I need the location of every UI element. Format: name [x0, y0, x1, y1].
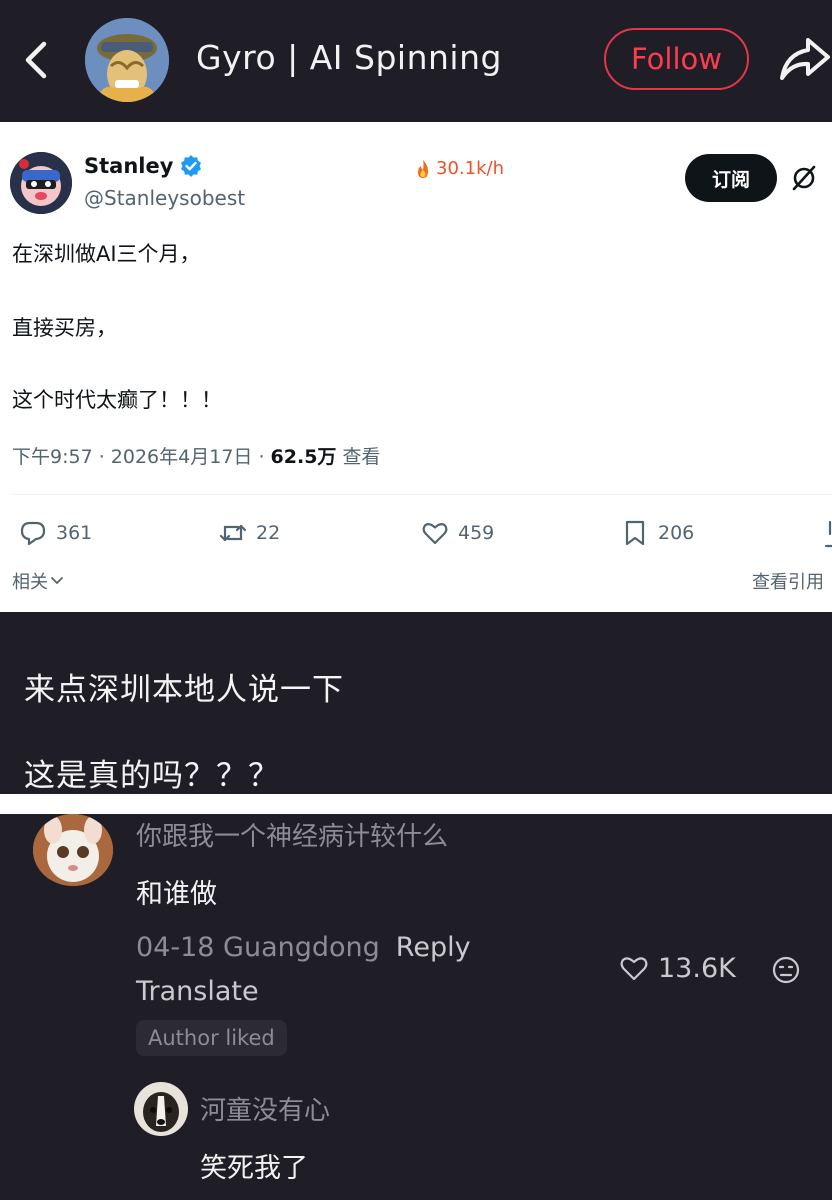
- top-bar: Gyro | AI Spinning Follow: [0, 0, 832, 122]
- hot-indicator: 30.1k/h: [414, 158, 504, 179]
- page-title: Gyro | AI Spinning: [196, 38, 502, 77]
- flame-icon: [418, 159, 428, 178]
- hot-rate: 30.1k/h: [436, 158, 504, 179]
- tweet-text-line-2: 直接买房，: [12, 316, 117, 340]
- tweet-text-line-1: 在深圳做AI三个月，: [12, 242, 201, 266]
- reply-action[interactable]: 361: [18, 518, 92, 548]
- reply-text: 笑死我了: [200, 1153, 308, 1184]
- subscribe-button[interactable]: 订阅: [685, 154, 777, 202]
- replier-avatar[interactable]: [134, 1082, 188, 1136]
- comment-meta: 04-18 Guangdong Reply: [136, 932, 471, 963]
- commenter-name[interactable]: 你跟我一个神经病计较什么: [136, 816, 448, 853]
- retweet-count: 22: [256, 522, 281, 544]
- translate-button[interactable]: Translate: [136, 976, 259, 1007]
- tweet-text-line-3: 这个时代太癫了！！！: [12, 388, 222, 412]
- heart-icon: [422, 523, 448, 545]
- tweet-views: 62.5万: [270, 446, 337, 468]
- author-avatar[interactable]: [85, 18, 169, 102]
- comment-like-button[interactable]: 13.6K: [618, 952, 736, 984]
- post-caption: 来点深圳本地人说一下 这是真的吗？？？: [0, 612, 832, 794]
- chevron-left-icon[interactable]: [18, 38, 54, 82]
- retweet-icon: [219, 524, 247, 542]
- retweet-action[interactable]: 22: [218, 518, 280, 548]
- share-tweet-icon[interactable]: [818, 520, 832, 548]
- comment-section: 你跟我一个神经病计较什么 和谁做 04-18 Guangdong Reply Tr…: [0, 814, 832, 1200]
- divider: [0, 794, 832, 814]
- comment-date-location: 04-18 Guangdong: [136, 932, 380, 963]
- caption-line-2: 这是真的吗？？？: [24, 758, 280, 794]
- follow-button[interactable]: Follow: [604, 28, 749, 90]
- tweet-meta: 下午9:57 · 2026年4月17日 · 62.5万 查看: [12, 442, 380, 469]
- comment-icon: [20, 521, 46, 546]
- tweet-author-handle: @Stanleysobest: [84, 186, 246, 210]
- tweet-card: Stanley @Stanleysobest 30.1k/h 订阅 在深圳做AI…: [0, 122, 832, 612]
- heart-icon: [620, 957, 648, 981]
- bookmark-action[interactable]: 206: [620, 518, 694, 548]
- divider: [12, 494, 832, 495]
- related-label: 相关: [12, 572, 48, 593]
- grok-icon[interactable]: [790, 164, 818, 192]
- bookmark-count: 206: [658, 522, 695, 544]
- commenter-avatar[interactable]: [33, 814, 113, 886]
- reply-button[interactable]: Reply: [396, 932, 471, 963]
- share-icon[interactable]: [778, 34, 832, 84]
- like-count: 459: [458, 522, 495, 544]
- like-action[interactable]: 459: [420, 518, 494, 548]
- chevron-down-icon: [51, 577, 63, 585]
- replier-name[interactable]: 河童没有心: [200, 1090, 330, 1127]
- comment-text: 和谁做: [136, 879, 217, 910]
- dislike-face-icon[interactable]: [770, 954, 802, 986]
- tweet-views-suffix: 查看: [336, 446, 381, 468]
- tweet-timestamp: 下午9:57 · 2026年4月17日 ·: [12, 446, 271, 468]
- bookmark-icon: [625, 520, 645, 546]
- comment-like-count: 13.6K: [658, 952, 736, 984]
- related-dropdown[interactable]: 相关: [12, 568, 64, 594]
- verified-badge-icon: [181, 155, 202, 177]
- caption-line-1: 来点深圳本地人说一下: [24, 672, 344, 708]
- tweet-author-row: Stanley: [84, 154, 203, 178]
- tweet-author-name: Stanley: [84, 154, 174, 178]
- tweet-avatar: [10, 152, 72, 214]
- reply-count: 361: [56, 522, 93, 544]
- view-quotes-link[interactable]: 查看引用: [752, 568, 824, 594]
- author-liked-badge: Author liked: [136, 1020, 287, 1056]
